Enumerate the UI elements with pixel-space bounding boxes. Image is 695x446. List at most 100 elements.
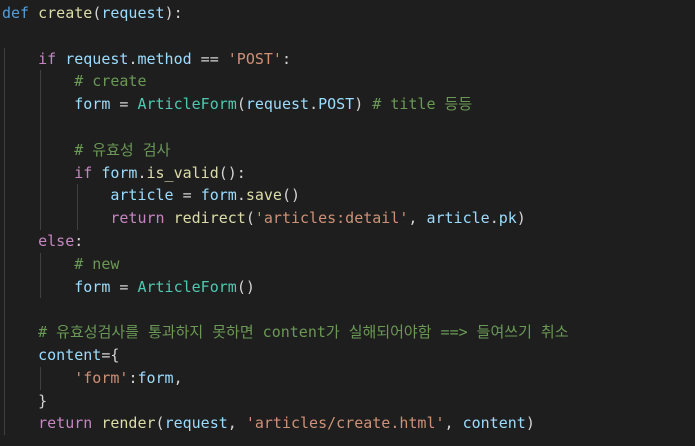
token-control: if [74, 163, 93, 182]
token-variable: POST [318, 95, 355, 114]
token-plain: : [281, 49, 291, 68]
token-variable: content [462, 414, 526, 433]
code-line[interactable]: return render(request, 'articles/create.… [2, 412, 535, 435]
token-comment: # 유효성 검사 [74, 140, 171, 159]
token-class: ArticleForm [137, 95, 237, 114]
code-line[interactable]: 'form':form, [2, 367, 183, 390]
token-plain: . [489, 209, 499, 228]
code-line[interactable]: if request.method == 'POST': [2, 48, 291, 71]
token-control: if [38, 49, 57, 68]
token-plain: . [309, 95, 319, 114]
token-variable: form [200, 186, 237, 205]
token-variable: content [38, 346, 102, 364]
code-line[interactable]: # 유효성 검사 [2, 139, 170, 162]
token-function: is_valid [146, 163, 219, 182]
token-comment: # 유효성검사를 통과하지 못하면 content가 실해되어야함 ==> 들여… [38, 323, 569, 342]
token-comment: # new [74, 254, 120, 273]
token-variable: form [74, 95, 111, 114]
token-function: save [245, 186, 282, 205]
token-control: else [38, 232, 75, 250]
code-line[interactable]: if form.is_valid(): [2, 162, 246, 185]
token-plain: ( [155, 414, 165, 433]
token-variable: form [137, 368, 174, 387]
token-variable: form [101, 163, 138, 182]
token-plain: () [281, 186, 301, 205]
code-line[interactable]: else: [2, 230, 83, 253]
token-plain: ( [236, 95, 246, 114]
code-line[interactable]: return redirect('articles:detail', artic… [2, 207, 526, 230]
token-comment: # title 등등 [372, 95, 473, 114]
token-plain: . [137, 163, 147, 182]
token-plain: = [110, 95, 138, 114]
token-function: render [101, 414, 156, 433]
code-line[interactable]: content={ [2, 344, 119, 367]
code-line[interactable]: form = ArticleForm() [2, 276, 255, 299]
token-plain: , [444, 414, 463, 433]
code-line[interactable]: # new [2, 253, 119, 276]
token-string: 'articles:detail' [254, 209, 409, 228]
token-plain: , [408, 209, 427, 228]
code-editor[interactable]: def create(request): if request.method =… [0, 0, 695, 446]
token-variable: pk [498, 209, 517, 228]
code-line[interactable]: # create [2, 70, 147, 93]
token-plain: == [191, 49, 228, 68]
token-plain: ( [92, 4, 102, 22]
token-plain: ={ [101, 346, 120, 364]
token-plain: () [236, 277, 255, 296]
token-plain: , [173, 368, 183, 387]
token-class: ArticleForm [137, 277, 237, 296]
token-variable: request [245, 95, 310, 114]
token-plain: } [38, 391, 48, 410]
token-variable: article [426, 209, 490, 228]
token-variable: request [164, 414, 228, 433]
code-line[interactable]: } [2, 390, 47, 413]
token-plain: . [236, 186, 246, 205]
token-variable: request [101, 4, 165, 22]
code-line[interactable]: def create(request): [2, 2, 183, 25]
token-plain: ): [164, 4, 183, 22]
token-string: 'POST' [227, 49, 282, 68]
token-plain: ) [516, 209, 526, 228]
token-function: create [38, 4, 93, 22]
token-keyword: def [2, 4, 30, 22]
token-plain: = [110, 277, 138, 296]
token-function: redirect [173, 209, 246, 228]
token-string: 'form' [74, 368, 129, 387]
token-plain: (): [218, 163, 246, 182]
token-comment: # create [74, 72, 147, 91]
code-line[interactable]: article = form.save() [2, 184, 300, 207]
token-variable: method [137, 49, 192, 68]
token-variable: article [110, 186, 174, 205]
code-line[interactable]: form = ArticleForm(request.POST) # title… [2, 93, 472, 116]
token-plain: ) [525, 414, 535, 433]
token-plain: = [173, 186, 201, 205]
token-plain: ) [354, 95, 373, 114]
token-plain: : [74, 232, 84, 250]
token-control: return [38, 414, 93, 433]
code-line[interactable]: # 유효성검사를 통과하지 못하면 content가 실해되어야함 ==> 들여… [2, 321, 569, 344]
token-control: return [110, 209, 165, 228]
token-variable: request [65, 49, 129, 68]
token-variable: form [74, 277, 111, 296]
token-plain: , [227, 414, 246, 433]
token-plain: ( [245, 209, 255, 228]
